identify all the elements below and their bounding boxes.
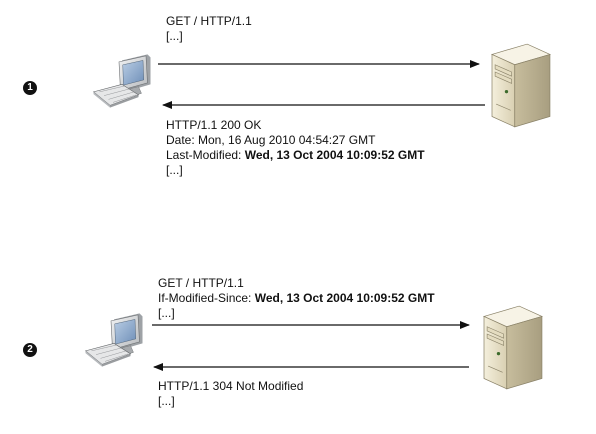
response-ellipsis: [...] (158, 394, 175, 408)
request-line: GET / HTTP/1.1 (158, 276, 244, 290)
response-2-text: HTTP/1.1 304 Not Modified [...] (158, 379, 303, 409)
response-ellipsis: [...] (166, 163, 183, 177)
server-icon (483, 305, 543, 390)
computer-icon (85, 313, 143, 367)
last-modified-value: Wed, 13 Oct 2004 10:09:52 GMT (244, 148, 425, 162)
response-date: Date: Mon, 16 Aug 2010 04:54:27 GMT (166, 133, 376, 147)
request-ellipsis: [...] (158, 306, 175, 320)
response-status: HTTP/1.1 304 Not Modified (158, 379, 304, 393)
server-icon (491, 43, 551, 128)
request-2-text: GET / HTTP/1.1 If-Modified-Since: Wed, 1… (158, 276, 435, 321)
request-if-modified-since: If-Modified-Since: Wed, 13 Oct 2004 10:0… (158, 291, 435, 306)
last-modified-label: Last-Modified: (166, 148, 245, 162)
request-ellipsis: [...] (166, 29, 183, 43)
computer-icon (93, 54, 151, 108)
request-1-text: GET / HTTP/1.1 [...] (166, 14, 252, 44)
response-1-arrow (162, 101, 485, 109)
ims-value: Wed, 13 Oct 2004 10:09:52 GMT (254, 291, 435, 305)
response-last-modified: Last-Modified: Wed, 13 Oct 2004 10:09:52… (166, 148, 425, 163)
response-2-arrow (153, 363, 469, 371)
response-status: HTTP/1.1 200 OK (166, 118, 262, 132)
request-2-arrow (152, 321, 470, 329)
request-line: GET / HTTP/1.1 (166, 14, 252, 28)
response-1-text: HTTP/1.1 200 OK Date: Mon, 16 Aug 2010 0… (166, 118, 425, 178)
step-2-badge: 2 (23, 343, 37, 357)
step-1-badge: 1 (23, 81, 37, 95)
ims-label: If-Modified-Since: (158, 291, 255, 305)
request-1-arrow (158, 60, 480, 68)
